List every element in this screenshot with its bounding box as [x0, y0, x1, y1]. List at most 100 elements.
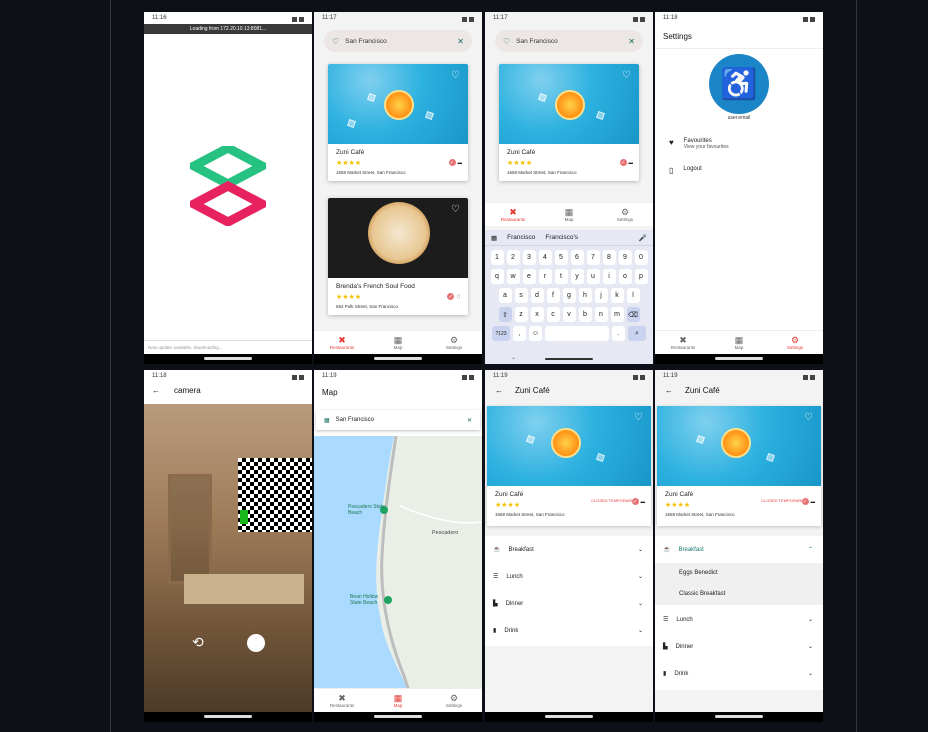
keyboard-key[interactable]: u — [586, 269, 600, 284]
restaurant-card[interactable]: ♡ Brenda's French Soul Food ★★★★ 652 Pol… — [328, 198, 468, 315]
clear-search-icon[interactable]: ✕ — [467, 417, 472, 424]
menu-breakfast[interactable]: ☕ Breakfast ⌃ — [655, 536, 823, 563]
keyboard-key[interactable]: k — [610, 288, 624, 303]
space-key[interactable] — [545, 326, 609, 341]
logout-item[interactable]: ▯ Logout — [669, 166, 702, 175]
emoji-key[interactable]: ☺ — [529, 326, 542, 341]
search-input[interactable]: San Francisco — [345, 38, 387, 45]
keyboard-key[interactable]: 7 — [586, 250, 600, 265]
menu-lunch[interactable]: ☰ Lunch ⌄ — [485, 563, 653, 590]
favourite-heart-icon[interactable]: ♡ — [622, 70, 631, 81]
keyboard-key[interactable]: d — [530, 288, 544, 303]
search-bar[interactable]: ♡ San Francisco ✕ — [324, 30, 472, 52]
keyboard-key[interactable]: 2 — [506, 250, 520, 265]
nav-map[interactable]: ▦ Map — [378, 335, 418, 350]
keyboard-key[interactable]: x — [530, 307, 544, 322]
menu-dinner[interactable]: ▙ Dinner ⌄ — [655, 633, 823, 660]
keyboard-key[interactable]: n — [594, 307, 608, 322]
back-arrow-icon[interactable]: ← — [152, 386, 160, 395]
phone-search-keyboard: 11:17 ♡ San Francisco ✕ ♡ Zuni Café ★★★★ … — [485, 12, 653, 364]
keyboard-suggestion[interactable]: Francisco's — [545, 234, 578, 241]
keyboard-key[interactable]: t — [554, 269, 568, 284]
menu-breakfast[interactable]: ☕ Breakfast ⌄ — [485, 536, 653, 563]
menu-dinner[interactable]: ▙ Dinner ⌄ — [485, 590, 653, 617]
shift-key-icon[interactable]: ⇧ — [498, 307, 512, 322]
map-search-bar[interactable]: ▦ San Francisco ✕ — [316, 410, 480, 430]
restaurant-card[interactable]: ♡ Zuni Café ★★★★ 1658 Market Street, San… — [328, 64, 468, 181]
keyboard-key[interactable]: 3 — [522, 250, 536, 265]
avatar[interactable]: ♿ — [709, 54, 769, 114]
favourite-heart-icon[interactable]: ♡ — [451, 70, 460, 81]
period-key[interactable]: . — [612, 326, 625, 341]
favourite-heart-icon[interactable]: ♡ — [634, 412, 643, 423]
backspace-key-icon[interactable]: ⌫ — [626, 307, 640, 322]
phone-camera: 11:18 ← camera ⟲ — [144, 370, 312, 722]
search-key-icon[interactable]: ⌕ — [628, 326, 646, 341]
menu-lunch[interactable]: ☰ Lunch ⌄ — [655, 606, 823, 633]
keyboard-key[interactable]: c — [546, 307, 560, 322]
keyboard-key[interactable]: 4 — [538, 250, 552, 265]
keyboard-key[interactable]: s — [514, 288, 528, 303]
nav-map[interactable]: ▦ Map — [378, 693, 418, 708]
restaurant-card[interactable]: ♡ Zuni Café ★★★★ 1658 Market Street, San… — [499, 64, 639, 181]
nav-settings[interactable]: ⚙ Settings — [775, 335, 815, 350]
nav-map[interactable]: ▦ Map — [719, 335, 759, 350]
favourite-heart-icon[interactable]: ♡ — [451, 204, 460, 215]
keyboard-key[interactable]: z — [514, 307, 528, 322]
nav-restaurants[interactable]: ✖ Restaurants — [493, 207, 533, 222]
keyboard-key[interactable]: j — [594, 288, 608, 303]
keyboard-key[interactable]: l — [626, 288, 640, 303]
keyboard-key[interactable]: p — [634, 269, 648, 284]
keyboard-key[interactable]: 6 — [570, 250, 584, 265]
keyboard-key[interactable]: w — [506, 269, 520, 284]
nav-settings[interactable]: ⚙ Settings — [434, 335, 474, 350]
keyboard-key[interactable]: o — [618, 269, 632, 284]
keyboard-key[interactable]: 9 — [618, 250, 632, 265]
keyboard-key[interactable]: a — [498, 288, 512, 303]
back-arrow-icon[interactable]: ← — [665, 386, 673, 395]
keyboard-key[interactable]: e — [522, 269, 536, 284]
keyboard-key[interactable]: q — [490, 269, 504, 284]
map-view[interactable]: Pescadero State Beach Bean Hollow State … — [314, 436, 482, 694]
favourite-heart-icon[interactable]: ♡ — [804, 412, 813, 423]
clear-search-icon[interactable]: ✕ — [457, 37, 464, 46]
cup-icon: ▮ — [663, 671, 667, 677]
keyboard-key[interactable]: f — [546, 288, 560, 303]
nav-restaurants[interactable]: ✖ Restaurants — [663, 335, 703, 350]
back-arrow-icon[interactable]: ← — [495, 386, 503, 395]
nav-restaurants[interactable]: ✖ Restaurants — [322, 335, 362, 350]
favourites-toggle-icon[interactable]: ♡ — [503, 37, 510, 46]
keyboard-key[interactable]: b — [578, 307, 592, 322]
nav-settings[interactable]: ⚙ Settings — [434, 693, 474, 708]
clear-search-icon[interactable]: ✕ — [628, 37, 635, 46]
keyboard-key[interactable]: 0 — [634, 250, 648, 265]
flip-camera-icon[interactable]: ⟲ — [192, 634, 204, 651]
keyboard-suggestion[interactable]: Francisco — [507, 234, 535, 241]
keyboard-key[interactable]: r — [538, 269, 552, 284]
keyboard-key[interactable]: y — [570, 269, 584, 284]
keyboard-key[interactable]: 1 — [490, 250, 504, 265]
keyboard-key[interactable]: 8 — [602, 250, 616, 265]
microphone-icon[interactable]: 🎤 — [639, 234, 647, 242]
keyboard-key[interactable]: m — [610, 307, 624, 322]
menu-drink[interactable]: ▮ Drink ⌄ — [655, 660, 823, 687]
keyboard-key[interactable]: v — [562, 307, 576, 322]
menu-drink[interactable]: ▮ Drink ⌄ — [485, 617, 653, 644]
nav-settings[interactable]: ⚙ Settings — [605, 207, 645, 222]
nav-map[interactable]: ▦ Map — [549, 207, 589, 222]
shutter-button[interactable] — [247, 634, 265, 652]
keyboard-key[interactable]: g — [562, 288, 576, 303]
map-search-input[interactable]: San Francisco — [336, 417, 374, 423]
search-bar[interactable]: ♡ San Francisco ✕ — [495, 30, 643, 52]
symbols-key[interactable]: ?123 — [492, 326, 510, 341]
hide-keyboard-icon[interactable]: ⌄ — [511, 354, 516, 361]
favourites-item[interactable]: ♥ Favourites View your favourites — [669, 138, 729, 150]
nav-restaurants[interactable]: ✖ Restaurants — [322, 693, 362, 708]
comma-key[interactable]: , — [513, 326, 526, 341]
keyboard-key[interactable]: h — [578, 288, 592, 303]
keyboard-key[interactable]: 5 — [554, 250, 568, 265]
search-input[interactable]: San Francisco — [516, 38, 558, 45]
keyboard-key[interactable]: i — [602, 269, 616, 284]
keyboard-grid-icon[interactable]: ▦ — [491, 234, 497, 242]
favourites-toggle-icon[interactable]: ♡ — [332, 37, 339, 46]
